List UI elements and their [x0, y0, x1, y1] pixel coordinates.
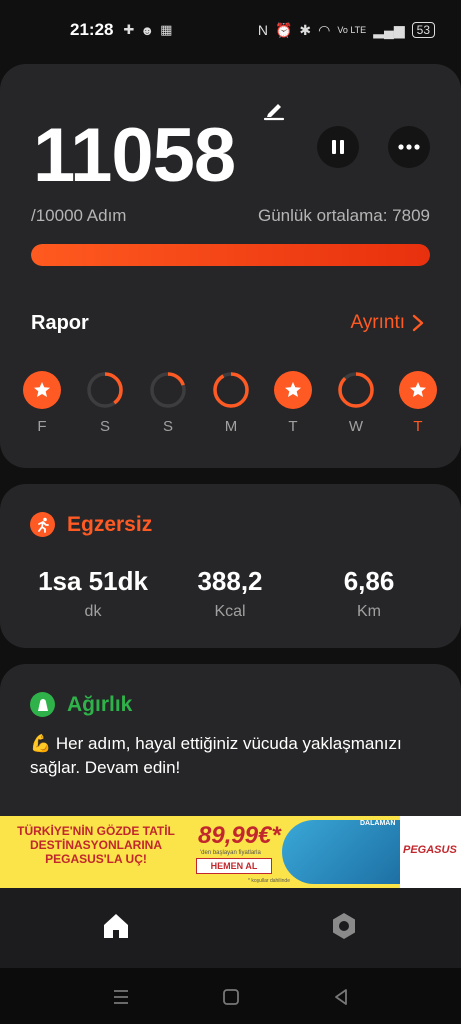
ad-banner[interactable]: TÜRKİYE'NİN GÖZDE TATİL DESTİNASYONLARIN… — [0, 816, 461, 888]
alarm-icon: ⏰ — [274, 21, 293, 38]
steps-card: 11058 /10000 Adım Günlük ortalama: 7809 … — [0, 64, 461, 468]
weight-title: Ağırlık — [67, 692, 133, 716]
steps-progress-bar — [31, 244, 430, 266]
edit-icon[interactable] — [262, 98, 286, 122]
app-face-icon: ☻ — [140, 22, 155, 38]
grid-app-icon: ▦ — [160, 22, 173, 37]
day-label: S — [99, 418, 110, 435]
day-ring-6[interactable]: T — [398, 370, 438, 435]
calories-unit: Kcal — [214, 603, 246, 620]
ad-map-label: DALAMAN — [360, 820, 396, 827]
exercise-title: Egzersiz — [67, 512, 153, 536]
ad-map-image — [282, 820, 402, 884]
system-nav — [0, 968, 461, 1024]
day-label: T — [413, 418, 423, 435]
pause-icon — [332, 140, 344, 154]
star-badge-icon — [23, 371, 61, 409]
day-ring-0[interactable]: F — [22, 370, 62, 435]
running-icon — [30, 512, 55, 537]
exercise-calories: 388,2 Kcal — [155, 566, 305, 621]
details-label[interactable]: Ayrıntı — [350, 312, 405, 334]
weight-message: 💪 Her adım, hayal ettiğiniz vücuda yakla… — [30, 734, 402, 777]
star-badge-icon — [274, 371, 312, 409]
volte-icon: Vo LTE — [337, 25, 367, 35]
home-square-icon[interactable] — [220, 986, 242, 1008]
report-title: Rapor — [31, 312, 89, 334]
more-button[interactable] — [388, 126, 430, 168]
duration-unit: dk — [84, 603, 102, 620]
day-label: W — [348, 418, 364, 435]
ad-headline: TÜRKİYE'NİN GÖZDE TATİL DESTİNASYONLARIN… — [17, 824, 175, 866]
exercise-card[interactable]: Egzersiz 1sa 51dk dk 388,2 Kcal 6,86 Km — [0, 484, 461, 648]
back-icon[interactable] — [330, 986, 352, 1008]
day-ring-1[interactable]: S — [85, 370, 125, 435]
bluetooth-icon: ✱ — [299, 21, 312, 38]
day-ring-2[interactable]: S — [148, 370, 188, 435]
duration-value: 1sa 51dk — [38, 566, 148, 596]
chevron-right-icon — [412, 314, 424, 332]
day-label: F — [37, 418, 47, 435]
daily-average: Günlük ortalama: 7809 — [258, 206, 430, 225]
day-ring-5[interactable]: W — [336, 370, 376, 435]
pause-button[interactable] — [317, 126, 359, 168]
weight-scale-icon — [30, 692, 55, 717]
ad-footnote: * koşullar dahilinde — [248, 878, 290, 884]
exercise-distance: 6,86 Km — [294, 566, 444, 621]
steps-value: 11058 — [33, 113, 236, 198]
day-ring-4[interactable]: T — [273, 370, 313, 435]
distance-value: 6,86 — [343, 566, 395, 596]
menu-icon[interactable] — [110, 986, 132, 1008]
status-time: 21:28 — [70, 20, 114, 39]
exercise-duration: 1sa 51dk dk — [18, 566, 168, 621]
signal-icon: ▂▄▆ — [373, 21, 405, 38]
settings-icon[interactable] — [328, 910, 360, 942]
nfc-icon: N — [257, 22, 268, 38]
day-label: M — [224, 418, 238, 435]
day-ring-3[interactable]: M — [211, 370, 251, 435]
ad-price: 89,99€* — [198, 822, 281, 849]
ad-cta-button[interactable]: HEMEN AL — [196, 858, 272, 874]
battery-indicator: 53 — [411, 22, 435, 38]
progress-ring — [87, 372, 123, 408]
home-icon[interactable] — [100, 910, 132, 942]
plus-badge-icon: ✚ — [123, 22, 135, 37]
distance-unit: Km — [357, 603, 381, 620]
more-icon — [398, 144, 420, 150]
steps-progress-fill — [31, 244, 430, 266]
ad-price-note: 'den başlayan fiyatlarla — [200, 850, 261, 856]
calories-value: 388,2 — [197, 566, 263, 596]
status-bar: 21:28 ✚ ☻ ▦ N ⏰ ✱ ◠ Vo LTE ▂▄▆ 53 — [0, 0, 461, 60]
steps-goal: /10000 Adım — [31, 206, 127, 225]
ad-brand-logo: PEGASUS — [403, 844, 457, 856]
progress-ring — [338, 372, 374, 408]
star-badge-icon — [399, 371, 437, 409]
day-label: S — [162, 418, 173, 435]
wifi-icon: ◠ — [318, 21, 331, 38]
day-label: T — [288, 418, 298, 435]
progress-ring — [213, 372, 249, 408]
bottom-nav — [0, 888, 461, 968]
progress-ring — [150, 372, 186, 408]
